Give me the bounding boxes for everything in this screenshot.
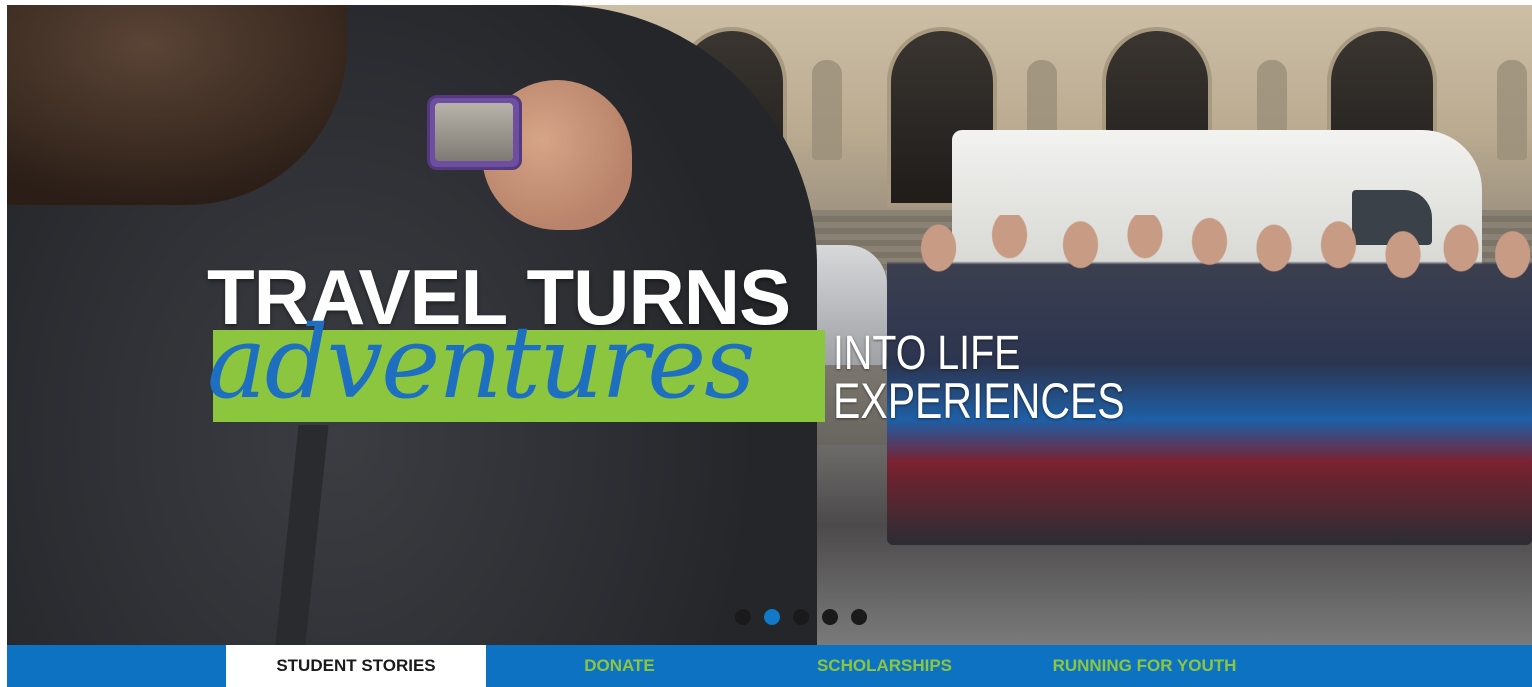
- tab-running-for-youth[interactable]: RUNNING FOR YOUTH: [1017, 645, 1272, 687]
- hero-headline: TRAVEL TURNS adventures INTO LIFE EXPERI…: [207, 258, 1137, 428]
- headline-line3b: EXPERIENCES: [833, 373, 1125, 429]
- carousel-dots: [735, 609, 867, 625]
- headline-line3a: INTO LIFE: [833, 327, 1021, 380]
- carousel-dot-1[interactable]: [735, 609, 751, 625]
- carousel-dot-3[interactable]: [793, 609, 809, 625]
- headline-script-word: adventures: [207, 304, 756, 421]
- tab-donate[interactable]: DONATE: [497, 645, 742, 687]
- camera-screen: [435, 103, 513, 161]
- building-statue: [1497, 60, 1527, 160]
- carousel-dot-4[interactable]: [822, 609, 838, 625]
- tab-scholarships[interactable]: SCHOLARSHIPS: [767, 645, 1002, 687]
- carousel-dot-5[interactable]: [851, 609, 867, 625]
- hero-slider: TRAVEL TURNS adventures INTO LIFE EXPERI…: [7, 5, 1532, 645]
- tab-student-stories[interactable]: STUDENT STORIES: [226, 645, 486, 687]
- carousel-dot-2[interactable]: [764, 609, 780, 625]
- tab-navigation: STUDENT STORIES DONATE SCHOLARSHIPS RUNN…: [7, 645, 1532, 687]
- building-statue: [812, 60, 842, 160]
